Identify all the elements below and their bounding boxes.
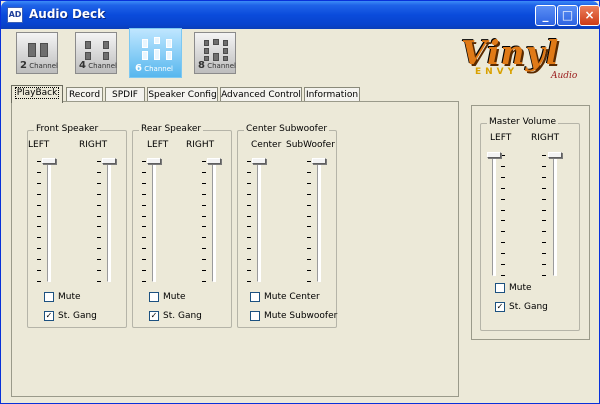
- mute-label: Mute: [58, 292, 81, 302]
- left-ticks: [501, 155, 505, 276]
- rear-st-gang-checkbox[interactable]: ✓: [149, 311, 159, 321]
- subwoofer-slider[interactable]: [312, 158, 326, 282]
- channel-6-button[interactable]: 6 Channel: [129, 28, 182, 78]
- mute-center-checkbox[interactable]: [250, 292, 260, 302]
- group-title: Master Volume: [487, 117, 559, 127]
- tab-playback[interactable]: PlayBack: [11, 85, 63, 103]
- center-label: Center: [251, 140, 282, 150]
- speaker-4ch-icon: [85, 39, 109, 61]
- channel-word: Channel: [207, 62, 236, 70]
- minimize-button[interactable]: _: [535, 5, 556, 26]
- speaker-8ch-icon: [204, 39, 228, 61]
- st-gang-label: St. Gang: [163, 311, 202, 321]
- mute-subwoofer-label: Mute Subwoofer: [264, 311, 338, 321]
- right-ticks: [202, 161, 206, 282]
- channel-word: Channel: [88, 62, 117, 70]
- front-speaker-group: Front Speaker LEFT RIGHT Mute ✓ St. Gang: [27, 124, 127, 328]
- channel-number: 2: [20, 60, 27, 71]
- right-label: RIGHT: [79, 140, 108, 150]
- left-label: LEFT: [147, 140, 169, 150]
- rear-mute-checkbox[interactable]: [149, 292, 159, 302]
- left-label: LEFT: [490, 133, 512, 143]
- master-st-gang-checkbox[interactable]: ✓: [495, 302, 505, 312]
- st-gang-label: St. Gang: [509, 302, 548, 312]
- mute-subwoofer-checkbox[interactable]: [250, 311, 260, 321]
- close-button[interactable]: ×: [579, 5, 600, 26]
- channel-8-button[interactable]: 8 Channel: [194, 32, 236, 74]
- master-mute-checkbox[interactable]: [495, 283, 505, 293]
- channel-number: 8: [198, 60, 205, 71]
- front-mute-checkbox[interactable]: [44, 292, 54, 302]
- st-gang-label: St. Gang: [58, 311, 97, 321]
- master-right-slider[interactable]: [548, 152, 562, 276]
- subwoofer-label: SubWoofer: [286, 140, 335, 150]
- speaker-6ch-icon: [142, 37, 172, 60]
- maximize-button[interactable]: □: [557, 5, 578, 26]
- group-title: Center Subwoofer: [244, 124, 330, 134]
- group-title: Rear Speaker: [139, 124, 204, 134]
- app-icon: AD: [7, 7, 23, 23]
- mute-center-label: Mute Center: [264, 292, 320, 302]
- front-st-gang-checkbox[interactable]: ✓: [44, 311, 54, 321]
- center-slider[interactable]: [252, 158, 266, 282]
- mute-label: Mute: [163, 292, 186, 302]
- title-bar[interactable]: AD Audio Deck _ □ ×: [1, 1, 600, 29]
- speaker-2ch-icon: [26, 39, 50, 61]
- right-ticks: [97, 161, 101, 282]
- audio-deck-window: AD Audio Deck _ □ × 2 Channel 4 Channel: [0, 0, 600, 404]
- logo-envy-text: ENVY: [475, 67, 519, 77]
- logo-audio-text: Audio: [551, 71, 578, 81]
- left-ticks: [247, 161, 251, 282]
- master-left-slider[interactable]: [487, 152, 501, 276]
- channel-word: Channel: [29, 62, 58, 70]
- group-title: Front Speaker: [34, 124, 101, 134]
- right-label: RIGHT: [531, 133, 560, 143]
- left-label: LEFT: [28, 140, 50, 150]
- right-label: RIGHT: [186, 140, 215, 150]
- channel-4-button[interactable]: 4 Channel: [75, 32, 117, 74]
- rear-left-slider[interactable]: [147, 158, 161, 282]
- rear-speaker-group: Rear Speaker LEFT RIGHT Mute ✓ St. Gang: [132, 124, 232, 328]
- right-ticks: [307, 161, 311, 282]
- channel-number: 6: [135, 63, 142, 74]
- channel-2-button[interactable]: 2 Channel: [16, 32, 58, 74]
- center-subwoofer-group: Center Subwoofer Center SubWoofer Mute C…: [237, 124, 338, 328]
- rear-right-slider[interactable]: [207, 158, 221, 282]
- left-ticks: [142, 161, 146, 282]
- master-volume-panel: Master Volume LEFT RIGHT Mute ✓ St. Gang: [471, 105, 590, 340]
- vinyl-envy-logo: Vinyl ENVY Audio: [461, 33, 587, 83]
- channel-number: 4: [79, 60, 86, 71]
- right-ticks: [542, 155, 546, 276]
- left-ticks: [37, 161, 41, 282]
- channel-word: Channel: [144, 65, 173, 73]
- mute-label: Mute: [509, 283, 532, 293]
- window-title: Audio Deck: [29, 7, 106, 21]
- front-right-slider[interactable]: [102, 158, 116, 282]
- front-left-slider[interactable]: [42, 158, 56, 282]
- playback-panel: Front Speaker LEFT RIGHT Mute ✓ St. Gang…: [11, 101, 459, 397]
- master-volume-group: Master Volume LEFT RIGHT Mute ✓ St. Gang: [480, 117, 580, 331]
